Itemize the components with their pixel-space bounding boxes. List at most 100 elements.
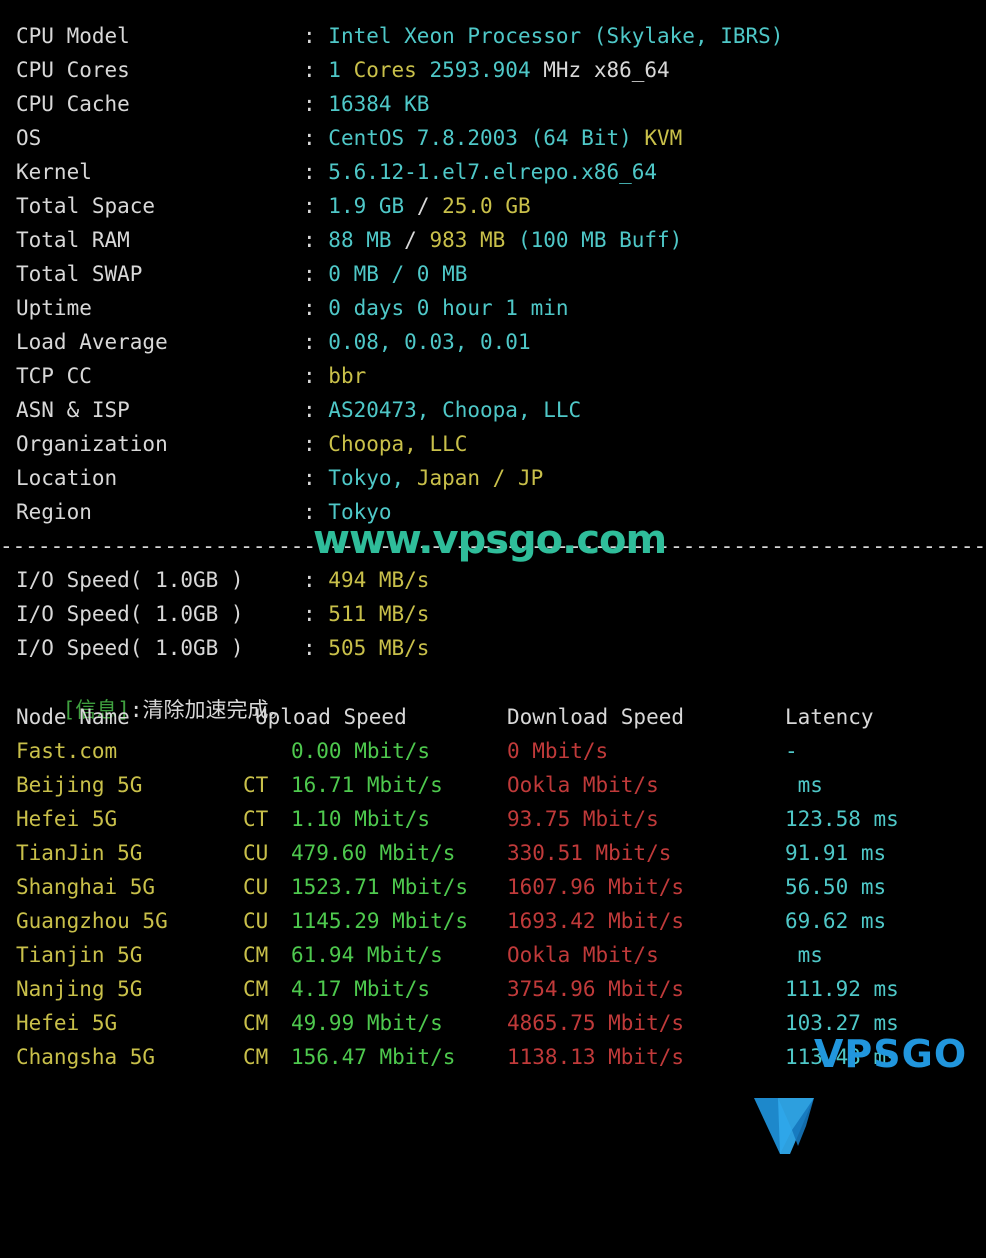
- speedtest-cell-latency: 111.92 ms: [785, 977, 899, 1001]
- speedtest-row: Fast.com 0.00 Mbit/s 0 Mbit/s -: [0, 734, 985, 768]
- speedtest-header-latency: Latency: [785, 705, 874, 729]
- speedtest-cell-node: Fast.com: [16, 739, 118, 763]
- speedtest-cell-upload: 4.17 Mbit/s: [291, 977, 431, 1001]
- io-speed-label: I/O Speed( 1.0GB ): [16, 602, 244, 626]
- sysinfo-value: x86_64: [593, 58, 670, 82]
- sysinfo-row: CPU Model: Intel Xeon Processor (Skylake…: [0, 19, 783, 53]
- sysinfo-value: 983 MB: [429, 228, 518, 252]
- sysinfo-value: 0 MB / 0 MB: [328, 262, 468, 286]
- speedtest-cell-node: Nanjing 5G: [16, 977, 143, 1001]
- speedtest-cell-node: Hefei 5G: [16, 807, 118, 831]
- vpsgo-v-icon: [754, 1098, 814, 1154]
- speedtest-cell-download: 1693.42 Mbit/s: [507, 909, 685, 933]
- sysinfo-row: CPU Cores: 1 Cores 2593.904 MHz x86_64: [0, 53, 783, 87]
- sysinfo-colon: :: [303, 160, 329, 184]
- io-speed-label: I/O Speed( 1.0GB ): [16, 636, 244, 660]
- speedtest-cell-isp: CU: [243, 841, 269, 865]
- speedtest-cell-latency: 113.43 ms: [785, 1045, 899, 1069]
- speedtest-cell-isp: CM: [243, 1045, 269, 1069]
- speedtest-row: Hefei 5G CT 1.10 Mbit/s 93.75 Mbit/s 123.58 …: [0, 802, 985, 836]
- io-speed-row: I/O Speed( 1.0GB ): 494 MB/s: [0, 563, 429, 597]
- sysinfo-value: MHz: [543, 58, 594, 82]
- sysinfo-row: Total RAM: 88 MB / 983 MB (100 MB Buff): [0, 223, 783, 257]
- sysinfo-value: Intel Xeon Processor (Skylake, IBRS): [328, 24, 784, 48]
- speedtest-row: Hefei 5G CM 49.99 Mbit/s 4865.75 Mbit/s 103.…: [0, 1006, 985, 1040]
- io-speed-value: 511 MB/s: [328, 602, 430, 626]
- speedtest-cell-node: Tianjin 5G: [16, 943, 143, 967]
- speedtest-row: Tianjin 5G CM 61.94 Mbit/s Ookla Mbit/s ms: [0, 938, 985, 972]
- sysinfo-value: 1: [328, 58, 354, 82]
- sysinfo-row: CPU Cache: 16384 KB: [0, 87, 783, 121]
- speedtest-row: Beijing 5G CT 16.71 Mbit/s Ookla Mbit/s ms: [0, 768, 985, 802]
- speedtest-cell-download: Ookla Mbit/s: [507, 943, 659, 967]
- speedtest-cell-latency: 91.91 ms: [785, 841, 887, 865]
- speedtest-header-download: Download Speed: [507, 705, 685, 729]
- sysinfo-value: (100 MB Buff): [517, 228, 683, 252]
- sysinfo-colon: :: [303, 194, 329, 218]
- sysinfo-colon: :: [303, 58, 329, 82]
- speedtest-cell-isp: CT: [243, 807, 269, 831]
- speedtest-cell-node: Changsha 5G: [16, 1045, 156, 1069]
- sysinfo-colon: :: [303, 296, 329, 320]
- speedtest-cell-isp: CM: [243, 1011, 269, 1035]
- speedtest-cell-download: 1138.13 Mbit/s: [507, 1045, 685, 1069]
- speedtest-cell-download: 330.51 Mbit/s: [507, 841, 672, 865]
- sysinfo-value: 1.9 GB: [328, 194, 417, 218]
- speedtest-cell-latency: 123.58 ms: [785, 807, 899, 831]
- speedtest-cell-latency: ms: [785, 773, 823, 797]
- speedtest-cell-upload: 0.00 Mbit/s: [291, 739, 431, 763]
- speedtest-cell-download: 1607.96 Mbit/s: [507, 875, 685, 899]
- speedtest-header-upload: Upload Speed: [255, 705, 407, 729]
- sysinfo-colon: :: [303, 262, 329, 286]
- io-speed-colon: :: [303, 636, 329, 660]
- terminal-window: ----------------------------------------…: [0, 0, 986, 1154]
- speedtest-cell-node: Guangzhou 5G: [16, 909, 168, 933]
- sysinfo-label: Load Average: [16, 330, 168, 354]
- speedtest-cell-node: Beijing 5G: [16, 773, 143, 797]
- sysinfo-value: 25.0 GB: [442, 194, 531, 218]
- sysinfo-label: Location: [16, 466, 118, 490]
- speedtest-cell-upload: 16.71 Mbit/s: [291, 773, 443, 797]
- speedtest-cell-latency: 69.62 ms: [785, 909, 887, 933]
- speedtest-row: Guangzhou 5G CU 1145.29 Mbit/s 1693.42 Mbit…: [0, 904, 985, 938]
- sysinfo-row: Load Average: 0.08, 0.03, 0.01: [0, 325, 783, 359]
- speedtest-cell-isp: CU: [243, 909, 269, 933]
- speedtest-cell-upload: 61.94 Mbit/s: [291, 943, 443, 967]
- sysinfo-value: Choopa, LLC: [328, 432, 468, 456]
- sysinfo-row: Organization: Choopa, LLC: [0, 427, 783, 461]
- sysinfo-colon: :: [303, 364, 329, 388]
- speedtest-cell-upload: 49.99 Mbit/s: [291, 1011, 443, 1035]
- system-info-block: CPU Model: Intel Xeon Processor (Skylake…: [0, 19, 783, 529]
- sysinfo-colon: :: [303, 126, 329, 150]
- sysinfo-value: 16384 KB: [328, 92, 430, 116]
- speedtest-header-node: Node Name: [16, 705, 130, 729]
- sysinfo-value: 0.08, 0.03, 0.01: [328, 330, 531, 354]
- sysinfo-row: ASN & ISP: AS20473, Choopa, LLC: [0, 393, 783, 427]
- speedtest-table: Node Name Upload Speed Download Speed Laten…: [0, 700, 985, 1074]
- io-speed-value: 494 MB/s: [328, 568, 430, 592]
- sysinfo-label: Uptime: [16, 296, 92, 320]
- sysinfo-value: /: [416, 194, 443, 218]
- sysinfo-value: 5.6.12-1.el7.elrepo.x86_64: [328, 160, 658, 184]
- speedtest-cell-upload: 1145.29 Mbit/s: [291, 909, 469, 933]
- speedtest-cell-upload: 156.47 Mbit/s: [291, 1045, 456, 1069]
- sysinfo-colon: :: [303, 92, 329, 116]
- sysinfo-value: Japan / JP: [416, 466, 544, 490]
- speedtest-row: TianJin 5G CU 479.60 Mbit/s 330.51 Mbit/s 91…: [0, 836, 985, 870]
- sysinfo-value: 2593.904: [429, 58, 544, 82]
- sysinfo-label: OS: [16, 126, 42, 150]
- sysinfo-label: Total Space: [16, 194, 156, 218]
- speedtest-cell-latency: 103.27 ms: [785, 1011, 899, 1035]
- speedtest-row: Nanjing 5G CM 4.17 Mbit/s 3754.96 Mbit/s 111…: [0, 972, 985, 1006]
- speedtest-cell-download: Ookla Mbit/s: [507, 773, 659, 797]
- sysinfo-value: Cores: [353, 58, 430, 82]
- io-speed-colon: :: [303, 568, 329, 592]
- io-speed-colon: :: [303, 602, 329, 626]
- sysinfo-colon: :: [303, 228, 329, 252]
- sysinfo-row: Uptime: 0 days 0 hour 1 min: [0, 291, 783, 325]
- speedtest-row: Changsha 5G CM 156.47 Mbit/s 1138.13 Mbit/s…: [0, 1040, 985, 1074]
- speedtest-cell-node: Shanghai 5G: [16, 875, 156, 899]
- speedtest-header-row: Node Name Upload Speed Download Speed Laten…: [0, 700, 985, 734]
- sysinfo-label: ASN & ISP: [16, 398, 130, 422]
- sysinfo-colon: :: [303, 24, 329, 48]
